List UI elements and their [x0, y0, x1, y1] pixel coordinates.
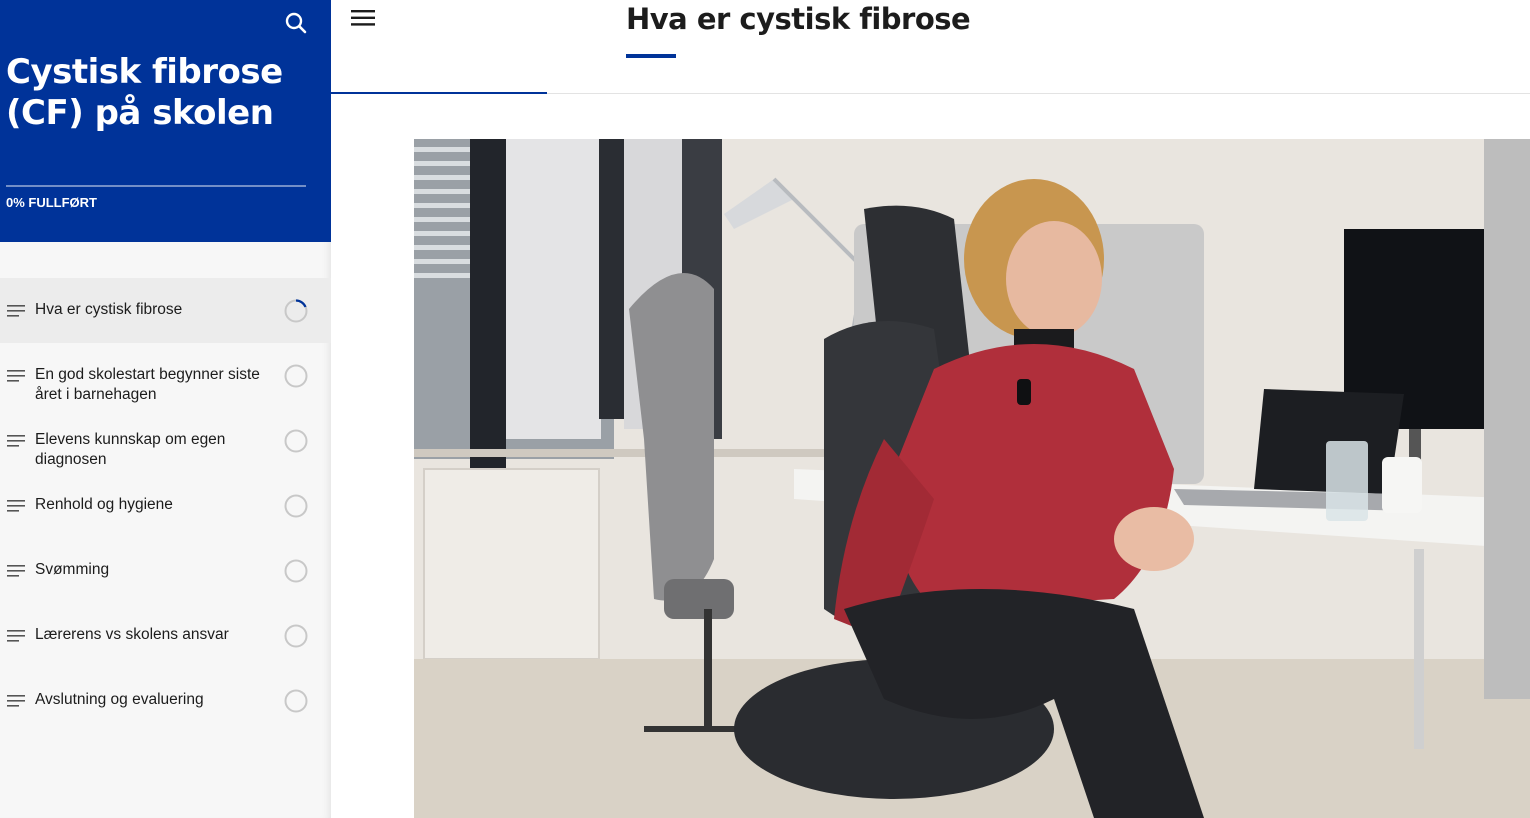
lesson-progress-indicator	[331, 92, 547, 94]
course-title: Cystisk fibrose (CF) på skolen	[6, 52, 283, 133]
progress-ring-icon	[284, 559, 308, 583]
lesson-label: En god skolestart begynner siste året i …	[35, 366, 260, 403]
lesson-menu-icon	[7, 695, 25, 707]
progress-ring-icon	[284, 364, 308, 388]
lesson-label: Svømming	[35, 561, 110, 578]
lesson-video[interactable]	[414, 139, 1530, 818]
lesson-item[interactable]: En god skolestart begynner siste året i …	[0, 343, 331, 408]
search-icon	[285, 12, 307, 34]
lesson-title: Hva er cystisk fibrose	[626, 2, 971, 36]
progress-ring-icon	[284, 689, 308, 713]
progress-ring-icon	[284, 299, 308, 323]
lesson-item[interactable]: Svømming	[0, 538, 331, 603]
lesson-item[interactable]: Elevens kunnskap om egen diagnosen	[0, 408, 331, 473]
lesson-menu-icon	[7, 435, 25, 447]
lesson-list: Hva er cystisk fibrose En god skolestart …	[0, 278, 331, 733]
lesson-label: Elevens kunnskap om egen diagnosen	[35, 431, 226, 468]
lesson-item[interactable]: Avslutning og evaluering	[0, 668, 331, 733]
lesson-menu-icon	[7, 565, 25, 577]
hamburger-icon	[351, 10, 375, 26]
lesson-label: Lærerens vs skolens ansvar	[35, 626, 229, 643]
lesson-label: Avslutning og evaluering	[35, 691, 204, 708]
search-button[interactable]	[284, 11, 308, 35]
course-header: Cystisk fibrose (CF) på skolen 0% FULLFØ…	[0, 0, 331, 242]
progress-ring-icon	[284, 624, 308, 648]
lesson-menu-icon	[7, 370, 25, 382]
course-progress-label: 0% FULLFØRT	[6, 195, 97, 210]
lesson-item[interactable]: Hva er cystisk fibrose	[0, 278, 331, 343]
lesson-item[interactable]: Renhold og hygiene	[0, 473, 331, 538]
progress-ring-icon	[284, 429, 308, 453]
lesson-item[interactable]: Lærerens vs skolens ansvar	[0, 603, 331, 668]
lesson-label: Renhold og hygiene	[35, 496, 173, 513]
menu-toggle-button[interactable]	[351, 8, 375, 28]
lesson-topbar: Hva er cystisk fibrose	[331, 0, 1530, 94]
lesson-menu-icon	[7, 630, 25, 642]
progress-ring-icon	[284, 494, 308, 518]
lesson-menu-icon	[7, 305, 25, 317]
lesson-menu-icon	[7, 500, 25, 512]
lesson-label: Hva er cystisk fibrose	[35, 301, 183, 318]
video-frame-image	[414, 139, 1530, 818]
course-sidebar: Cystisk fibrose (CF) på skolen 0% FULLFØ…	[0, 0, 331, 818]
course-progress-bar	[6, 185, 306, 187]
title-underline	[626, 54, 676, 58]
